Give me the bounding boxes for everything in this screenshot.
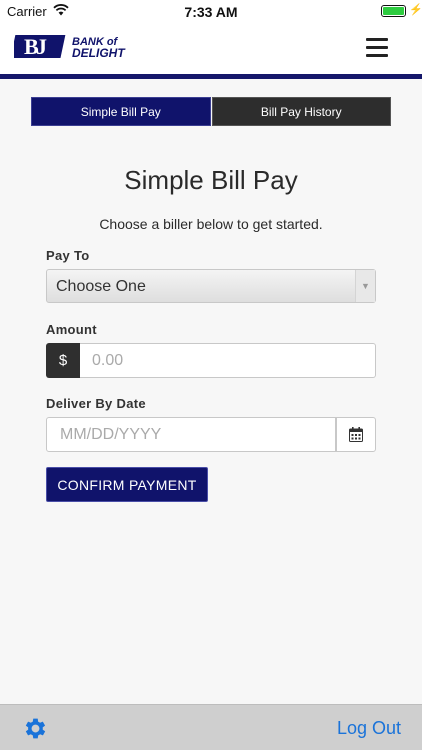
currency-addon: $ (46, 343, 80, 378)
deliver-by-date-input[interactable] (46, 417, 336, 452)
page-title: Simple Bill Pay (124, 165, 298, 195)
app-header: B J BANK of DELIGHT (0, 22, 422, 76)
amount-input[interactable] (80, 343, 376, 378)
tab-bar: Simple Bill Pay Bill Pay History (31, 97, 391, 126)
deliver-by-date-label: Deliver By Date (46, 396, 146, 411)
amount-label: Amount (46, 322, 97, 337)
pay-to-select[interactable]: Choose One ▼ (46, 269, 376, 303)
tab-simple-bill-pay[interactable]: Simple Bill Pay (31, 97, 211, 126)
main-content: Simple Bill Pay Bill Pay History Simple … (0, 79, 422, 704)
log-out-link[interactable]: Log Out (337, 718, 401, 739)
clock: 7:33 AM (184, 4, 238, 20)
calendar-button[interactable] (336, 417, 376, 452)
battery-level (383, 7, 404, 15)
pay-to-label: Pay To (46, 248, 90, 263)
hamburger-icon[interactable] (366, 38, 390, 60)
gear-icon[interactable] (22, 715, 49, 742)
logo-line2: DELIGHT (72, 46, 126, 60)
confirm-payment-button[interactable]: CONFIRM PAYMENT (46, 467, 208, 502)
chevron-down-icon: ▼ (355, 270, 375, 302)
charging-icon: ⚡ (409, 4, 422, 16)
page-subtitle: Choose a biller below to get started. (99, 216, 323, 232)
status-bar: Carrier 7:33 AM ⚡ (0, 0, 422, 22)
battery-icon (381, 5, 406, 17)
bank-logo[interactable]: B J BANK of DELIGHT (14, 32, 150, 62)
tab-bill-pay-history[interactable]: Bill Pay History (211, 97, 391, 126)
calendar-icon (349, 427, 363, 442)
bottom-bar: Log Out (0, 704, 422, 750)
pay-to-value: Choose One (56, 278, 146, 295)
svg-text:J: J (36, 34, 47, 59)
